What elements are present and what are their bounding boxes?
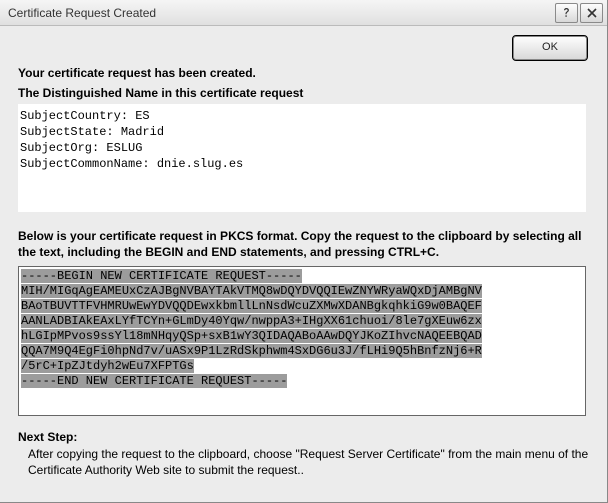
- pkcs-text-area[interactable]: -----BEGIN NEW CERTIFICATE REQUEST----- …: [18, 266, 586, 416]
- dialog-content: OK Your certificate request has been cre…: [0, 26, 607, 488]
- ok-button[interactable]: OK: [513, 36, 587, 60]
- pkcs-line: /5rC+IpZJtdyh2wEu7XFPTGs: [21, 359, 194, 373]
- pkcs-line: AANLADBIAkEAxLYfTCYn+GLmDy40Yqw/nwppA3+I…: [21, 314, 482, 328]
- help-button[interactable]: [555, 3, 578, 23]
- dn-line: SubjectCommonName: dnie.slug.es: [20, 157, 243, 171]
- pkcs-line: MIH/MIGqAgEAMEUxCzAJBgNVBAYTAkVTMQ8wDQYD…: [21, 284, 482, 298]
- next-step-heading: Next Step:: [18, 430, 589, 444]
- close-button[interactable]: [580, 3, 603, 23]
- pkcs-instructions: Below is your certificate request in PKC…: [18, 228, 589, 260]
- title-bar: Certificate Request Created: [0, 0, 607, 26]
- window-title: Certificate Request Created: [8, 6, 553, 20]
- pkcs-line: BAoTBUVTTFVHMRUwEwYDVQQDEwxkbmllLnNsdWcu…: [21, 299, 482, 313]
- dn-text-area[interactable]: SubjectCountry: ES SubjectState: Madrid …: [18, 104, 586, 212]
- pkcs-line: QQA7M9Q4EgFi0hpNd7v/uASx9P1LzRdSkphwm4Sx…: [21, 344, 482, 358]
- intro-text: Your certificate request has been create…: [18, 66, 589, 80]
- dn-heading: The Distinguished Name in this certifica…: [18, 86, 589, 100]
- pkcs-line: hLGIpMPvos9ssYl18mNHqyQSp+sxB1wY3QIDAQAB…: [21, 329, 482, 343]
- dn-line: SubjectState: Madrid: [20, 125, 164, 139]
- next-step-text: After copying the request to the clipboa…: [28, 446, 589, 478]
- dn-line: SubjectCountry: ES: [20, 109, 150, 123]
- pkcs-line: -----BEGIN NEW CERTIFICATE REQUEST-----: [21, 269, 302, 283]
- dialog-window: Certificate Request Created OK Your cert…: [0, 0, 608, 503]
- dn-line: SubjectOrg: ESLUG: [20, 141, 142, 155]
- pkcs-line: -----END NEW CERTIFICATE REQUEST-----: [21, 374, 287, 388]
